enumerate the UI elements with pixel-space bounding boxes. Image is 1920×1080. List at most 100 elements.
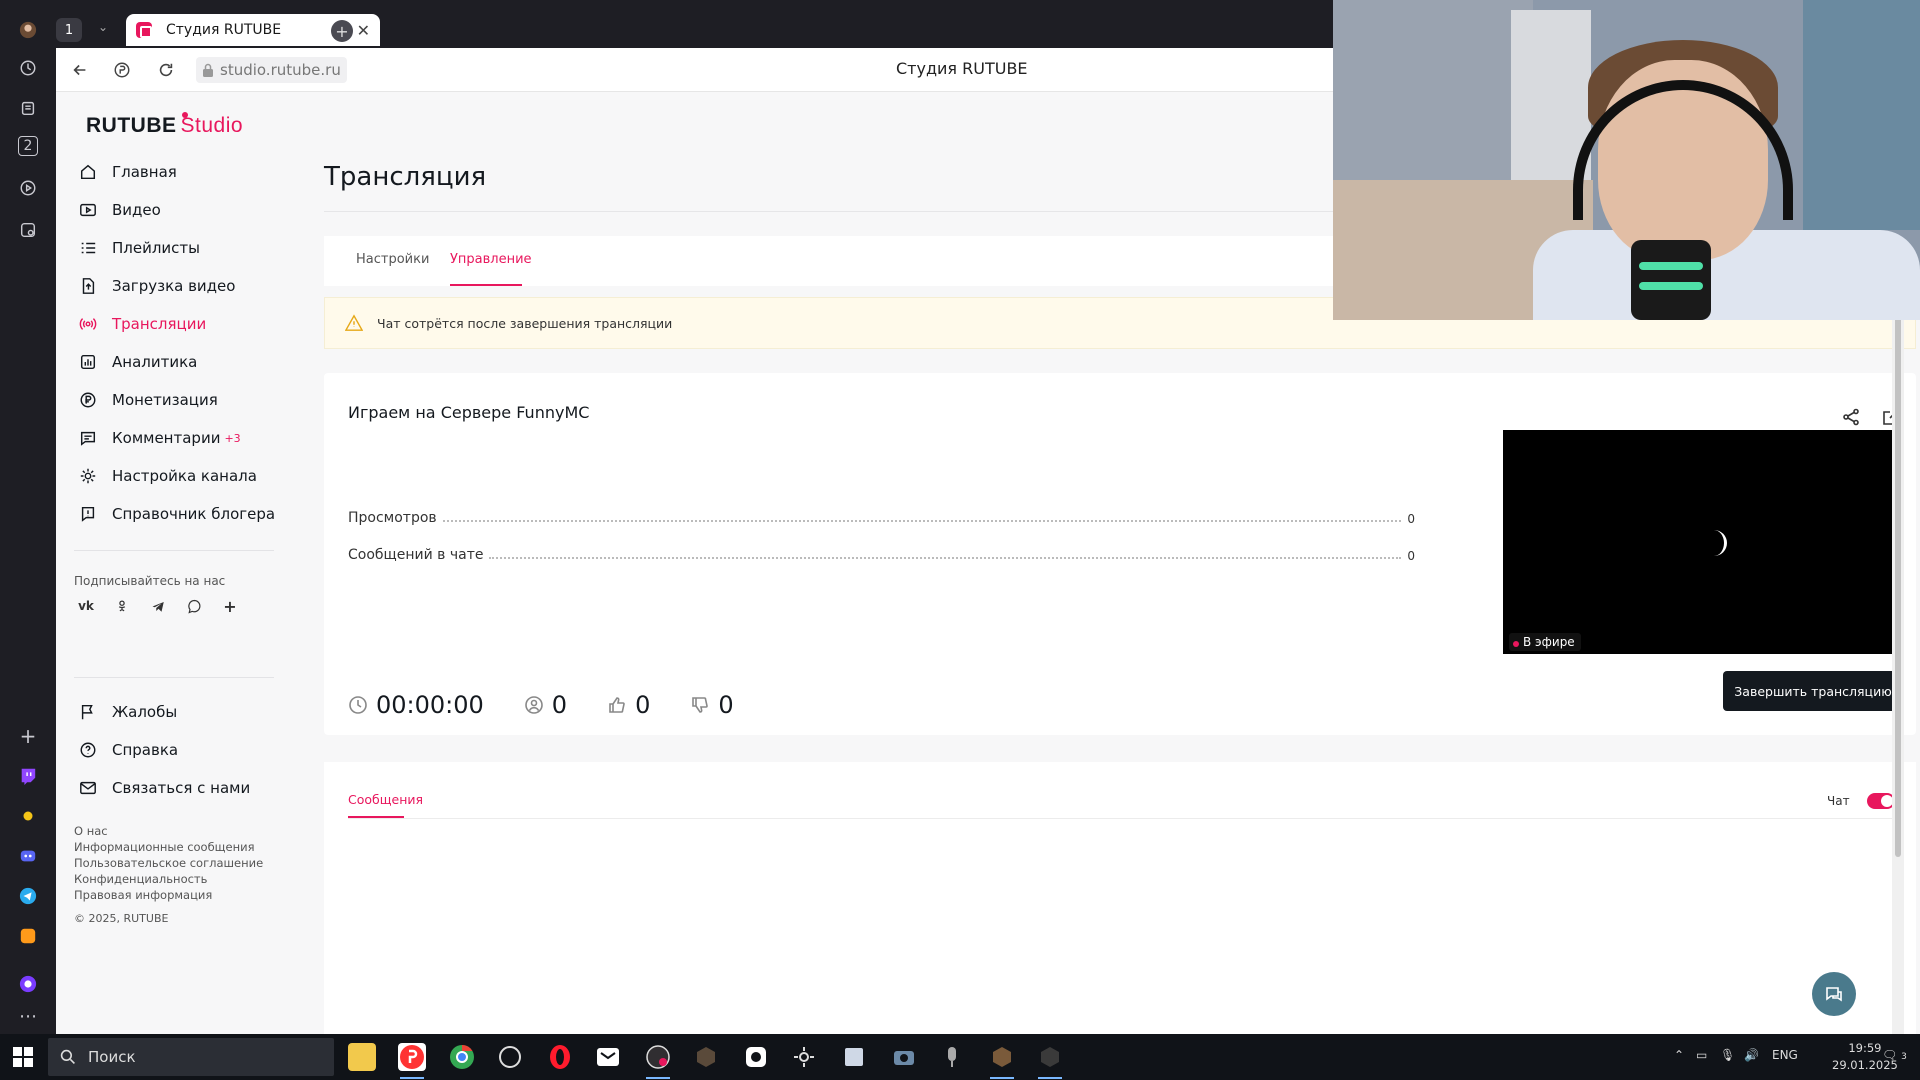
play-icon[interactable]	[16, 176, 40, 200]
screenshot-icon[interactable]	[16, 218, 40, 242]
telegram-icon[interactable]	[16, 884, 40, 908]
rail-badge[interactable]: 2	[18, 136, 38, 156]
sidebar-item-monetization[interactable]: Монетизация	[78, 387, 218, 413]
game-icon[interactable]	[1036, 1043, 1064, 1079]
more-icon[interactable]: ⋯	[16, 1004, 40, 1028]
whatsapp-icon[interactable]	[496, 1043, 524, 1071]
volume-icon[interactable]: 🔊	[1744, 1048, 1759, 1062]
sidebar-item-comments[interactable]: Комментарии +3	[78, 425, 241, 451]
rutube-studio-logo[interactable]: RUTUBE Studio	[86, 112, 243, 138]
more-social-icon[interactable]: +	[218, 594, 242, 618]
notes-icon[interactable]	[840, 1043, 868, 1071]
network-icon[interactable]: ▭	[1696, 1048, 1707, 1062]
mail-client-icon[interactable]	[594, 1043, 622, 1071]
tab-messages[interactable]: Сообщения	[348, 792, 423, 807]
sidebar-item-upload[interactable]: Загрузка видео	[78, 273, 235, 299]
chat-messages-stat: Сообщений в чате 0	[348, 547, 1415, 563]
scrollbar-thumb[interactable]	[1895, 317, 1901, 857]
settings-icon[interactable]	[790, 1043, 818, 1071]
sidebar-item-video[interactable]: Видео	[78, 197, 161, 223]
camera-icon[interactable]	[890, 1043, 918, 1071]
new-tab-button[interactable]: +	[331, 20, 353, 42]
game-launcher-icon[interactable]	[988, 1043, 1016, 1079]
views-stat: Просмотров 0	[348, 510, 1415, 526]
support-chat-button[interactable]	[1812, 972, 1856, 1016]
discord-icon[interactable]	[16, 844, 40, 868]
sidebar-item-help[interactable]: Справка	[78, 737, 178, 763]
windows-start-icon[interactable]	[12, 1046, 34, 1068]
opera-icon[interactable]	[546, 1043, 574, 1071]
chat-panel: Сообщения Чат	[324, 762, 1916, 1034]
sidebar-item-channel-settings[interactable]: Настройка канала	[78, 463, 257, 489]
mic-tray-icon[interactable]: 🎙	[1720, 1048, 1735, 1062]
language-indicator[interactable]: ENG	[1772, 1048, 1798, 1062]
tab-count-button[interactable]: 1	[56, 18, 82, 42]
browser-tab-title: Студия RUTUBE	[166, 22, 282, 38]
sidebar-item-analytics[interactable]: Аналитика	[78, 349, 197, 375]
footer-link-about[interactable]: О нас	[74, 824, 108, 838]
messenger-icon[interactable]	[742, 1043, 770, 1071]
chat-toggle-label: Чат	[1827, 794, 1850, 808]
sidebar-divider	[74, 677, 274, 678]
taskbar-search[interactable]: Поиск	[48, 1038, 334, 1076]
vk-icon[interactable]: vk	[74, 594, 98, 618]
stream-counters: 00:00:00 0 0 0	[348, 691, 774, 719]
sun-icon[interactable]	[16, 804, 40, 828]
duration-value: 00:00:00	[376, 691, 484, 719]
page-title: Трансляция	[324, 162, 487, 192]
stream-card: Играем на Сервере FunnyMC Просмотров 0 С…	[324, 373, 1916, 735]
follow-label: Подписывайтесь на нас	[74, 574, 226, 588]
end-broadcast-button[interactable]: Завершить трансляцию	[1723, 671, 1903, 711]
sidebar-item-blogger-guide[interactable]: Справочник блогера	[78, 501, 275, 527]
notification-center-icon[interactable]: 🗨 3	[1882, 1048, 1907, 1062]
book-icon	[78, 504, 98, 524]
viber-icon[interactable]	[182, 594, 206, 618]
obs-icon[interactable]	[644, 1043, 672, 1079]
history-icon[interactable]	[16, 56, 40, 80]
close-tab-icon[interactable]: ✕	[357, 21, 370, 40]
chat-toggle[interactable]	[1867, 793, 1895, 809]
analytics-icon	[78, 352, 98, 372]
alice-icon[interactable]	[16, 972, 40, 996]
twitch-icon[interactable]	[16, 764, 40, 788]
home-icon	[78, 162, 98, 182]
yandex-protect-icon[interactable]	[110, 58, 134, 82]
yandex-browser-icon[interactable]	[398, 1043, 426, 1079]
profile-avatar-icon[interactable]	[16, 18, 40, 42]
tray-chevron-icon[interactable]: ⌃	[1674, 1048, 1684, 1062]
back-arrow-icon[interactable]	[68, 58, 92, 82]
url-field[interactable]: studio.rutube.ru	[196, 57, 347, 83]
footer-link-info[interactable]: Информационные сообщения	[74, 840, 255, 854]
minecraft-icon[interactable]	[692, 1043, 720, 1071]
chevron-down-icon[interactable]: ⌄	[98, 20, 108, 34]
dislikes-value: 0	[718, 691, 734, 719]
tab-settings[interactable]: Настройки	[356, 252, 429, 267]
sidebar-divider	[74, 550, 274, 551]
stream-preview-player[interactable]: В эфире	[1503, 430, 1903, 654]
add-panel-icon[interactable]: +	[16, 724, 40, 748]
telegram-social-icon[interactable]	[146, 594, 170, 618]
sidebar-item-contact[interactable]: Связаться с нами	[78, 775, 250, 801]
sidebar-item-playlists[interactable]: Плейлисты	[78, 235, 200, 261]
chrome-icon[interactable]	[448, 1043, 476, 1071]
sidebar-item-home[interactable]: Главная	[78, 159, 177, 185]
sidebar-item-broadcasts[interactable]: Трансляции	[78, 311, 206, 337]
sidebar-item-label: Монетизация	[112, 391, 218, 409]
sidebar-item-complaints[interactable]: Жалобы	[78, 699, 177, 725]
thumbs-down-icon	[692, 697, 709, 713]
collections-icon[interactable]	[16, 96, 40, 120]
sidebar-item-label: Главная	[112, 163, 177, 181]
file-explorer-icon[interactable]	[348, 1043, 376, 1071]
viewers-counter: 0	[524, 691, 567, 719]
sidebar-item-label: Трансляции	[112, 315, 207, 333]
tab-management[interactable]: Управление	[450, 252, 532, 267]
mail-app-icon[interactable]	[16, 924, 40, 948]
microphone-app-icon[interactable]	[938, 1043, 966, 1071]
footer-link-privacy[interactable]: Конфиденциальность	[74, 872, 207, 886]
share-icon[interactable]	[1841, 407, 1863, 429]
footer-link-terms[interactable]: Пользовательское соглашение	[74, 856, 263, 870]
footer-link-legal[interactable]: Правовая информация	[74, 888, 212, 902]
sidebar-item-label: Аналитика	[112, 353, 198, 371]
reload-icon[interactable]	[154, 58, 178, 82]
odnoklassniki-icon[interactable]	[110, 594, 134, 618]
